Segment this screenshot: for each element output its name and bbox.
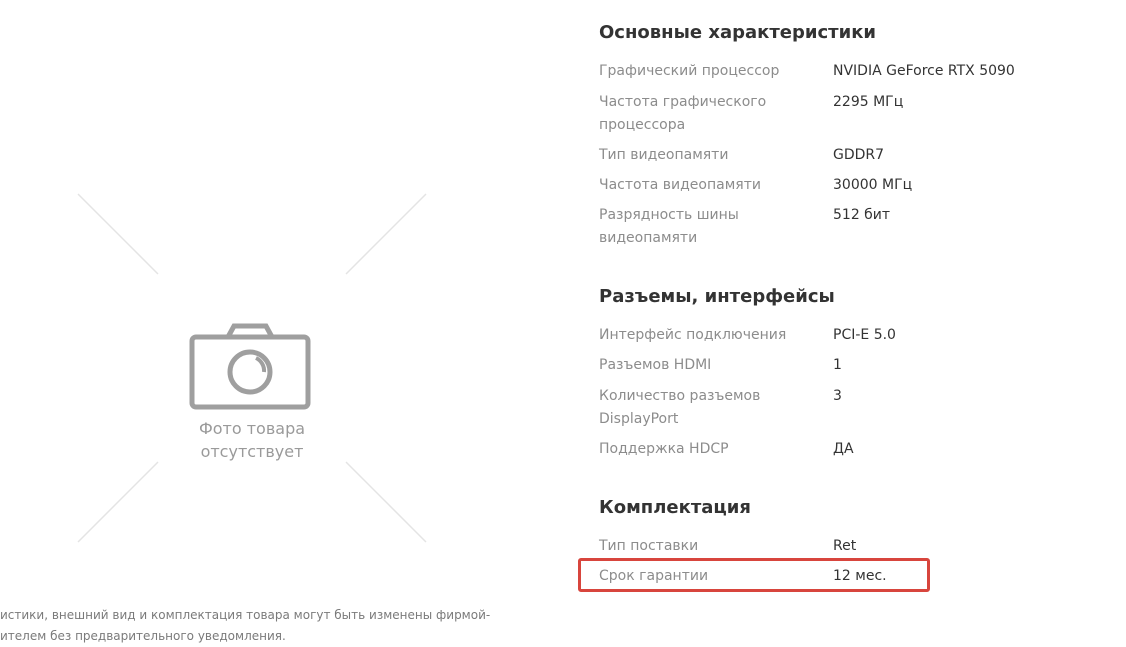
- spec-label: Разрядность шины видеопамяти: [599, 207, 739, 246]
- spec-value: 512 бит: [833, 207, 891, 223]
- spec-label: Графический процессор: [599, 63, 780, 79]
- photo-caption-line2: отсутствует: [200, 442, 304, 461]
- section-title-connectors: Разъемы, интерфейсы: [599, 286, 835, 307]
- spec-value: 2295 МГц: [833, 94, 904, 110]
- spec-label: Разъемов HDMI: [599, 357, 712, 373]
- spec-label: Тип видеопамяти: [599, 147, 729, 163]
- photo-caption-line1: Фото товара: [198, 419, 306, 438]
- spec-label: Интерфейс подключения: [599, 327, 787, 343]
- spec-value: GDDR7: [833, 147, 885, 163]
- disclaimer-line2: ителем без предварительного уведомления.: [0, 629, 286, 643]
- spec-value: 30000 МГц: [833, 177, 913, 193]
- spec-value: Ret: [833, 538, 857, 554]
- warranty-highlight-box: [578, 558, 930, 592]
- section-title-package: Комплектация: [599, 497, 751, 518]
- spec-label: Тип поставки: [599, 538, 699, 554]
- spec-label: Количество разъемов DisplayPort: [599, 388, 761, 427]
- spec-value: PCI-E 5.0: [833, 327, 896, 343]
- camera-icon: [189, 323, 311, 410]
- spec-value: 1: [833, 357, 842, 373]
- spec-value: 3: [833, 388, 842, 404]
- disclaimer-line1: истики, внешний вид и комплектация товар…: [0, 608, 491, 622]
- spec-value: NVIDIA GeForce RTX 5090: [833, 63, 1015, 79]
- section-title-main-specs: Основные характеристики: [599, 22, 877, 43]
- photo-missing-caption: Фото товара отсутствует: [76, 417, 428, 463]
- spec-label: Частота видеопамяти: [599, 177, 761, 193]
- spec-value: ДА: [833, 441, 854, 457]
- spec-label: Поддержка HDCP: [599, 441, 729, 457]
- product-photo-placeholder: Фото товара отсутствует: [76, 192, 428, 544]
- spec-label: Частота графического процессора: [599, 94, 767, 133]
